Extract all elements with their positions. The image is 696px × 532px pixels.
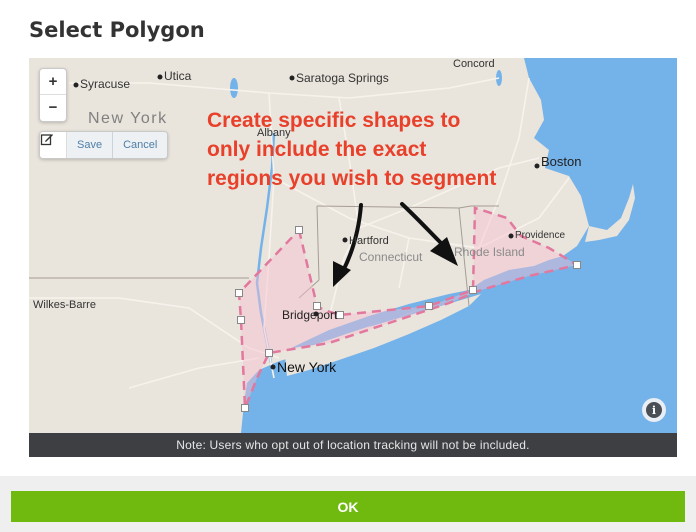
vertex-handle xyxy=(336,311,344,319)
lake xyxy=(230,78,238,98)
label-providence: Providence xyxy=(515,230,566,241)
annotation-line-2: only include the exact xyxy=(207,138,427,161)
vertex-handle xyxy=(235,289,243,297)
edit-layers-button[interactable] xyxy=(40,132,67,158)
vertex-handle xyxy=(295,226,303,234)
vertex-handle xyxy=(265,349,273,357)
label-bridgeport: Bridgeport xyxy=(282,308,338,322)
map-view[interactable]: Syracuse Utica Saratoga Springs Concord … xyxy=(29,58,677,433)
label-wilkes-barre: Wilkes-Barre xyxy=(33,299,96,311)
label-new-york-city: New York xyxy=(277,359,337,375)
label-concord: Concord xyxy=(453,58,495,70)
annotation-line-3: regions you wish to segment xyxy=(207,167,497,190)
edit-icon xyxy=(40,134,53,146)
location-note: Note: Users who opt out of location trac… xyxy=(29,433,677,457)
vertex-handle xyxy=(469,286,477,294)
vertex-handle xyxy=(425,302,433,310)
dialog-title: Select Polygon xyxy=(29,18,205,42)
label-syracuse: Syracuse xyxy=(80,77,131,91)
zoom-out-button[interactable]: − xyxy=(40,95,66,121)
label-utica: Utica xyxy=(164,69,192,83)
label-hartford: Hartford xyxy=(349,235,389,247)
annotation-line-1: Create specific shapes to xyxy=(207,109,461,132)
vertex-handle xyxy=(237,316,245,324)
label-rhode-island: Rhode Island xyxy=(454,245,525,259)
vertex-handle xyxy=(241,404,249,412)
map-info-button[interactable]: i xyxy=(642,398,666,422)
vertex-handle xyxy=(573,261,581,269)
info-icon: i xyxy=(646,402,662,418)
label-saratoga-springs: Saratoga Springs xyxy=(296,71,389,85)
zoom-control: + − xyxy=(39,68,67,122)
label-boston: Boston xyxy=(541,154,582,169)
ok-button[interactable]: OK xyxy=(11,491,685,522)
label-new-york-state: New York xyxy=(88,110,168,127)
zoom-in-button[interactable]: + xyxy=(40,69,66,95)
save-button[interactable]: Save xyxy=(67,132,114,158)
polygon-edit-toolbar: Save Cancel xyxy=(39,131,169,159)
annotation-text: Create specific shapes to only include t… xyxy=(207,106,496,193)
cancel-button[interactable]: Cancel xyxy=(113,132,168,158)
label-connecticut: Connecticut xyxy=(359,250,423,264)
